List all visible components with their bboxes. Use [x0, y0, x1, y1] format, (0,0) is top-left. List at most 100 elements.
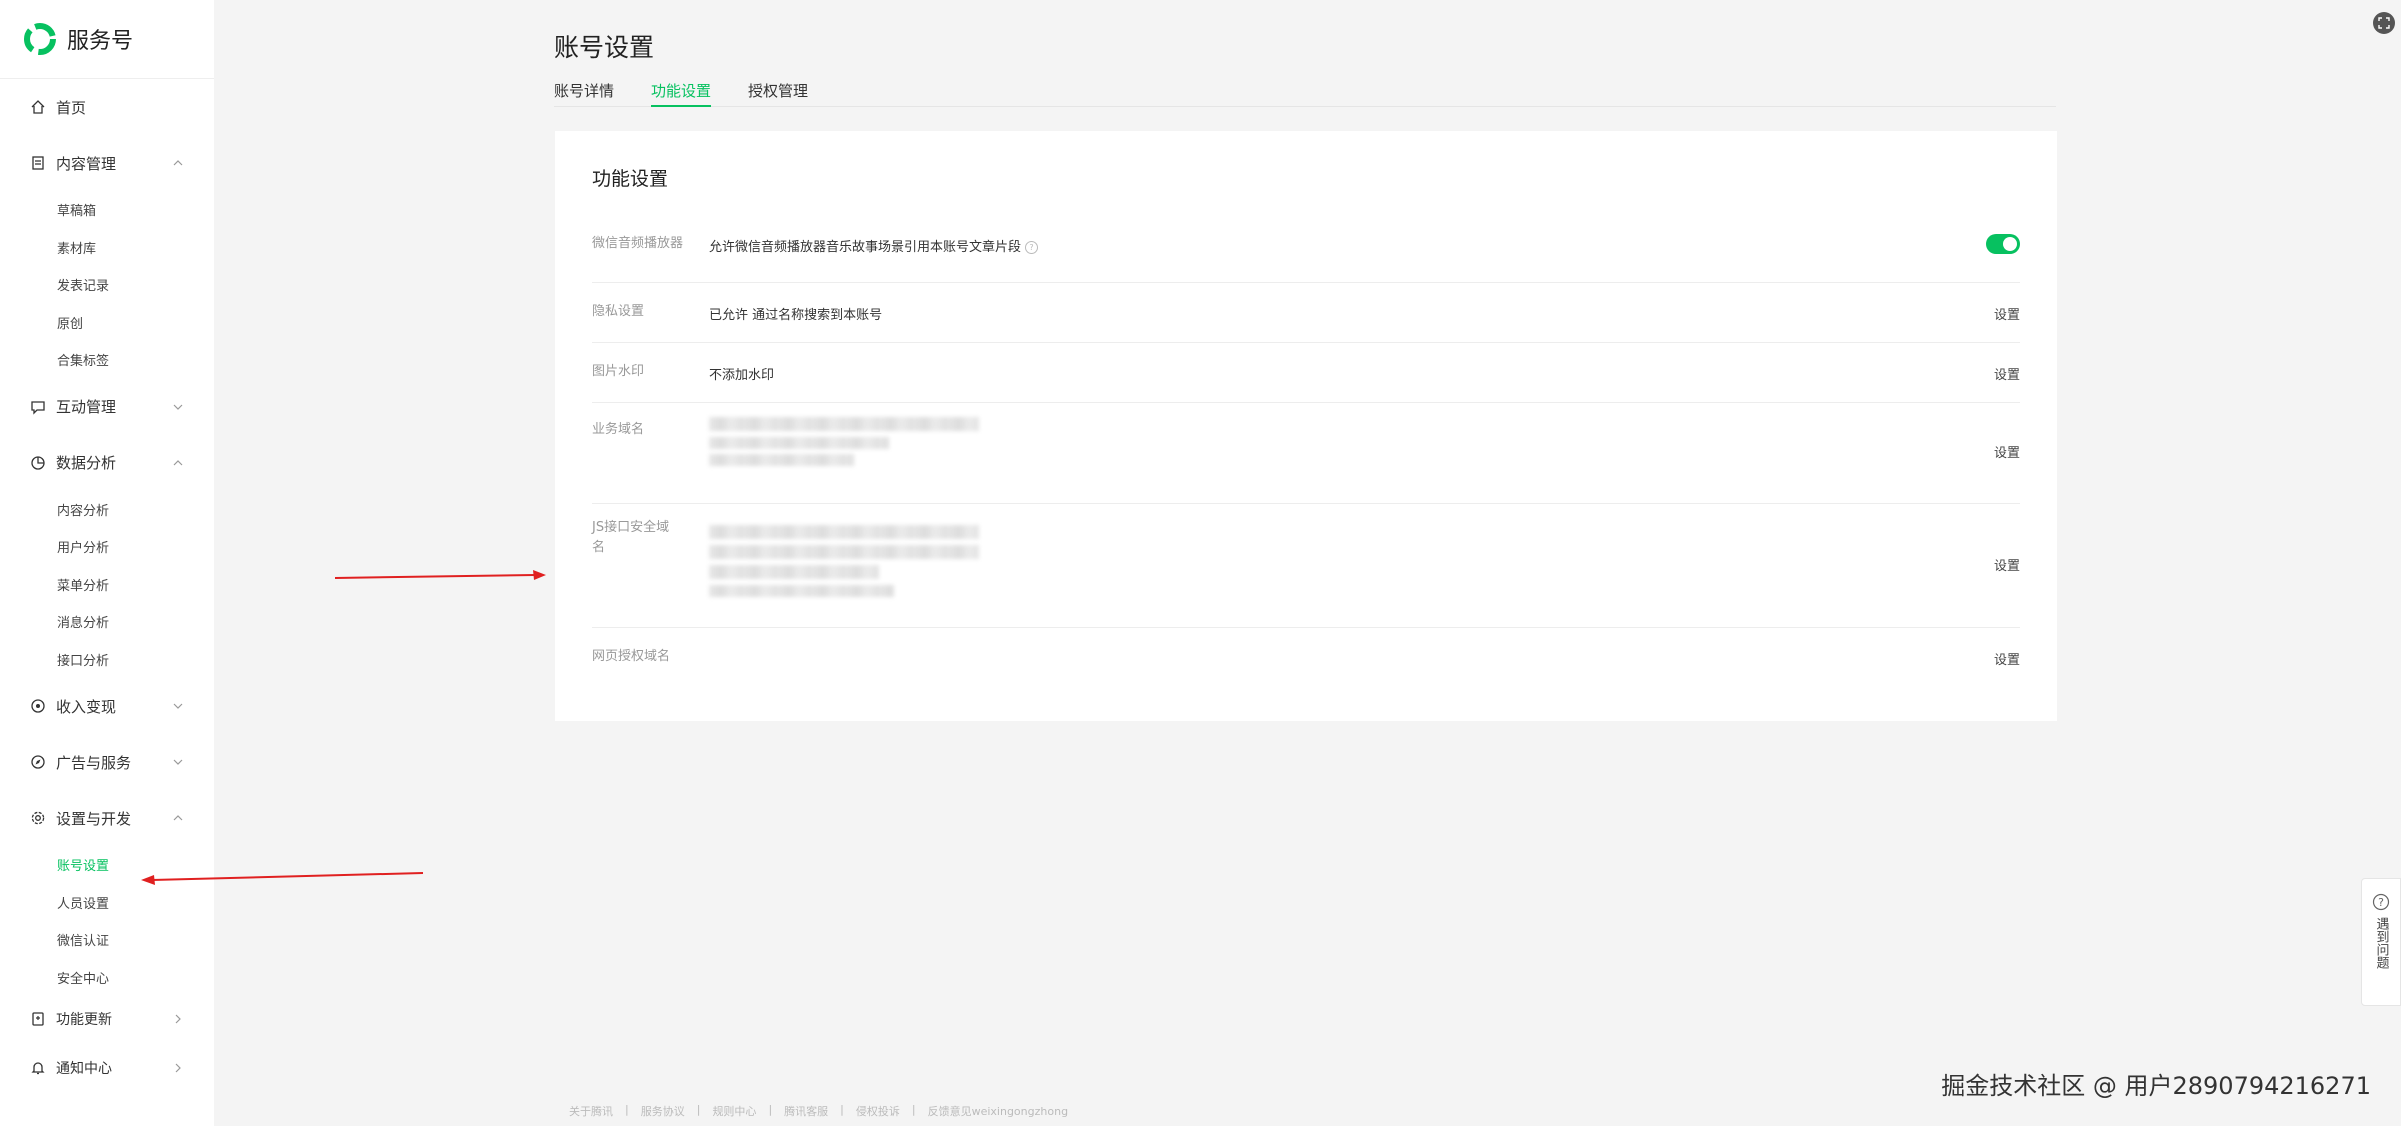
help-widget[interactable]: ? 遇到问题	[2361, 878, 2401, 1006]
sidebar-item-label: 内容管理	[56, 154, 117, 173]
sidebar-subitem-materials[interactable]: 素材库	[0, 229, 214, 267]
setting-row-web-auth-domain: 网页授权域名 设置	[592, 627, 2057, 687]
setting-row-audio-player: 微信音频播放器 允许微信音频播放器音乐故事场景引用本账号文章片段?	[592, 223, 2057, 283]
footer-link-rules[interactable]: 规则中心	[712, 1103, 756, 1119]
setting-label: 业务域名	[592, 422, 645, 437]
pie-chart-icon	[31, 455, 45, 470]
setting-value: 允许微信音频播放器音乐故事场景引用本账号文章片段?	[709, 236, 1039, 255]
sidebar-subitem-message-analysis[interactable]: 消息分析	[0, 603, 214, 641]
chevron-down-icon	[173, 759, 183, 765]
watermark-settings-button[interactable]: 设置	[1994, 364, 2020, 383]
chevron-down-icon	[173, 404, 183, 410]
annotation-arrow-right	[334, 570, 546, 580]
chevron-right-icon	[175, 1014, 181, 1024]
setting-value: 不添加水印	[709, 368, 775, 383]
feature-settings-card: 功能设置 微信音频播放器 允许微信音频播放器音乐故事场景引用本账号文章片段? 隐…	[555, 131, 2057, 721]
footer-link-terms[interactable]: 服务协议	[641, 1103, 685, 1119]
setting-label: 图片水印	[592, 364, 645, 379]
sidebar-item-settings-dev[interactable]: 设置与开发	[0, 790, 214, 846]
footer-link-support[interactable]: 腾讯客服	[784, 1103, 828, 1119]
chevron-down-icon	[173, 703, 183, 709]
setting-value-text: 允许微信音频播放器音乐故事场景引用本账号文章片段	[709, 240, 1022, 255]
sidebar-item-data-analysis[interactable]: 数据分析	[0, 435, 214, 491]
setting-value: 已允许 通过名称搜索到本账号	[709, 308, 883, 323]
setting-label: 微信音频播放器	[592, 236, 684, 251]
app-window: 服务号 首页 内容管理 草稿箱 素材库 发表记录 原创 合集标签 互动管理 数据…	[0, 0, 2401, 1126]
js-domain-settings-button[interactable]: 设置	[1994, 555, 2020, 574]
brand-name: 服务号	[67, 29, 134, 54]
setting-label: 隐私设置	[592, 304, 645, 319]
chat-icon	[31, 400, 45, 415]
tab-authorization[interactable]: 授权管理	[748, 78, 808, 106]
privacy-settings-button[interactable]: 设置	[1994, 304, 2020, 323]
sidebar-subitem-api-analysis[interactable]: 接口分析	[0, 641, 214, 679]
web-auth-domain-settings-button[interactable]: 设置	[1994, 649, 2020, 668]
sidebar-subitem-member-settings[interactable]: 人员设置	[0, 884, 214, 922]
setting-label: 网页授权域名	[592, 649, 671, 664]
sidebar-subitem-publish-history[interactable]: 发表记录	[0, 266, 214, 304]
sidebar-subitem-drafts[interactable]: 草稿箱	[0, 191, 214, 229]
money-icon	[31, 699, 45, 713]
footer-link-infringement[interactable]: 侵权投诉	[856, 1103, 900, 1119]
setting-row-privacy: 隐私设置 已允许 通过名称搜索到本账号 设置	[592, 282, 2057, 343]
sidebar-item-interaction[interactable]: 互动管理	[0, 379, 214, 435]
watermark: 掘金技术社区 @ 用户2890794216271	[1941, 1072, 2371, 1100]
tab-feature-settings[interactable]: 功能设置	[651, 78, 712, 107]
sidebar-item-label: 数据分析	[56, 454, 117, 472]
audio-player-toggle[interactable]	[1986, 234, 2020, 254]
svg-text:?: ?	[2378, 896, 2384, 909]
chevron-up-icon	[173, 815, 183, 821]
sidebar-item-label: 收入变现	[56, 697, 117, 716]
sidebar-item-label: 通知中心	[56, 1061, 112, 1077]
chevron-up-icon	[173, 459, 183, 465]
business-domain-settings-button[interactable]: 设置	[1994, 442, 2020, 461]
tab-bar: 账号详情 功能设置 授权管理	[554, 78, 2056, 107]
sidebar-subitem-user-analysis[interactable]: 用户分析	[0, 528, 214, 566]
footer-link-about[interactable]: 关于腾讯	[569, 1103, 613, 1119]
sidebar-item-home[interactable]: 首页	[0, 79, 214, 135]
help-icon[interactable]: ?	[1025, 241, 1039, 254]
annotation-arrow-left	[141, 872, 424, 885]
tab-account-details[interactable]: 账号详情	[554, 78, 614, 106]
sidebar-subitem-wechat-verification[interactable]: 微信认证	[0, 921, 214, 959]
sidebar-item-notification-center[interactable]: 通知中心	[0, 1042, 214, 1094]
page-title: 账号设置	[554, 33, 655, 62]
sidebar-item-monetization[interactable]: 收入变现	[0, 678, 214, 734]
card-title: 功能设置	[592, 168, 669, 190]
gear-icon	[31, 811, 45, 825]
brand-logo-icon	[24, 23, 56, 55]
footer-links: 关于腾讯 | 服务协议 | 规则中心 | 腾讯客服 | 侵权投诉 | 反馈意见weixin…	[569, 1103, 1069, 1119]
setting-row-business-domain: 业务域名 设置	[592, 402, 2057, 504]
setting-label: JS接口安全域名	[592, 520, 670, 555]
footer-link-feedback[interactable]: 反馈意见weixingongzhong	[928, 1103, 1068, 1119]
bell-icon	[31, 1062, 45, 1075]
redacted-domain-1	[709, 525, 979, 539]
chevron-right-icon	[175, 1063, 181, 1073]
redacted-domain-2	[709, 437, 889, 449]
sidebar-subitem-menu-analysis[interactable]: 菜单分析	[0, 566, 214, 604]
sidebar-item-feature-updates[interactable]: 功能更新	[0, 996, 214, 1042]
sidebar-item-label: 互动管理	[56, 398, 117, 416]
document-icon	[32, 156, 44, 170]
compass-icon	[31, 755, 45, 769]
sidebar-item-label: 功能更新	[56, 1012, 112, 1028]
chevron-up-icon	[173, 160, 183, 166]
sidebar: 服务号 首页 内容管理 草稿箱 素材库 发表记录 原创 合集标签 互动管理 数据…	[0, 0, 214, 1126]
redacted-domain-1	[709, 417, 979, 431]
sidebar-subitem-original[interactable]: 原创	[0, 304, 214, 342]
sidebar-subitem-security-center[interactable]: 安全中心	[0, 959, 214, 997]
setting-row-watermark: 图片水印 不添加水印 设置	[592, 342, 2057, 403]
update-icon	[32, 1012, 44, 1026]
main-content: 账号设置 账号详情 功能设置 授权管理 功能设置 微信音频播放器 允许微信音频播…	[214, 0, 2401, 1126]
redacted-domain-2	[709, 545, 979, 559]
sidebar-subitem-collection-tags[interactable]: 合集标签	[0, 341, 214, 379]
sidebar-item-label: 首页	[56, 98, 87, 117]
brand[interactable]: 服务号	[0, 0, 214, 79]
sidebar-subitem-content-analysis[interactable]: 内容分析	[0, 491, 214, 529]
sidebar-item-content-management[interactable]: 内容管理	[0, 135, 214, 191]
sidebar-item-label: 广告与服务	[56, 753, 132, 772]
sidebar-item-label: 设置与开发	[56, 809, 132, 828]
sidebar-item-ads-services[interactable]: 广告与服务	[0, 734, 214, 790]
screen-capture-button[interactable]	[2373, 12, 2395, 34]
redacted-domain-3	[709, 454, 854, 466]
